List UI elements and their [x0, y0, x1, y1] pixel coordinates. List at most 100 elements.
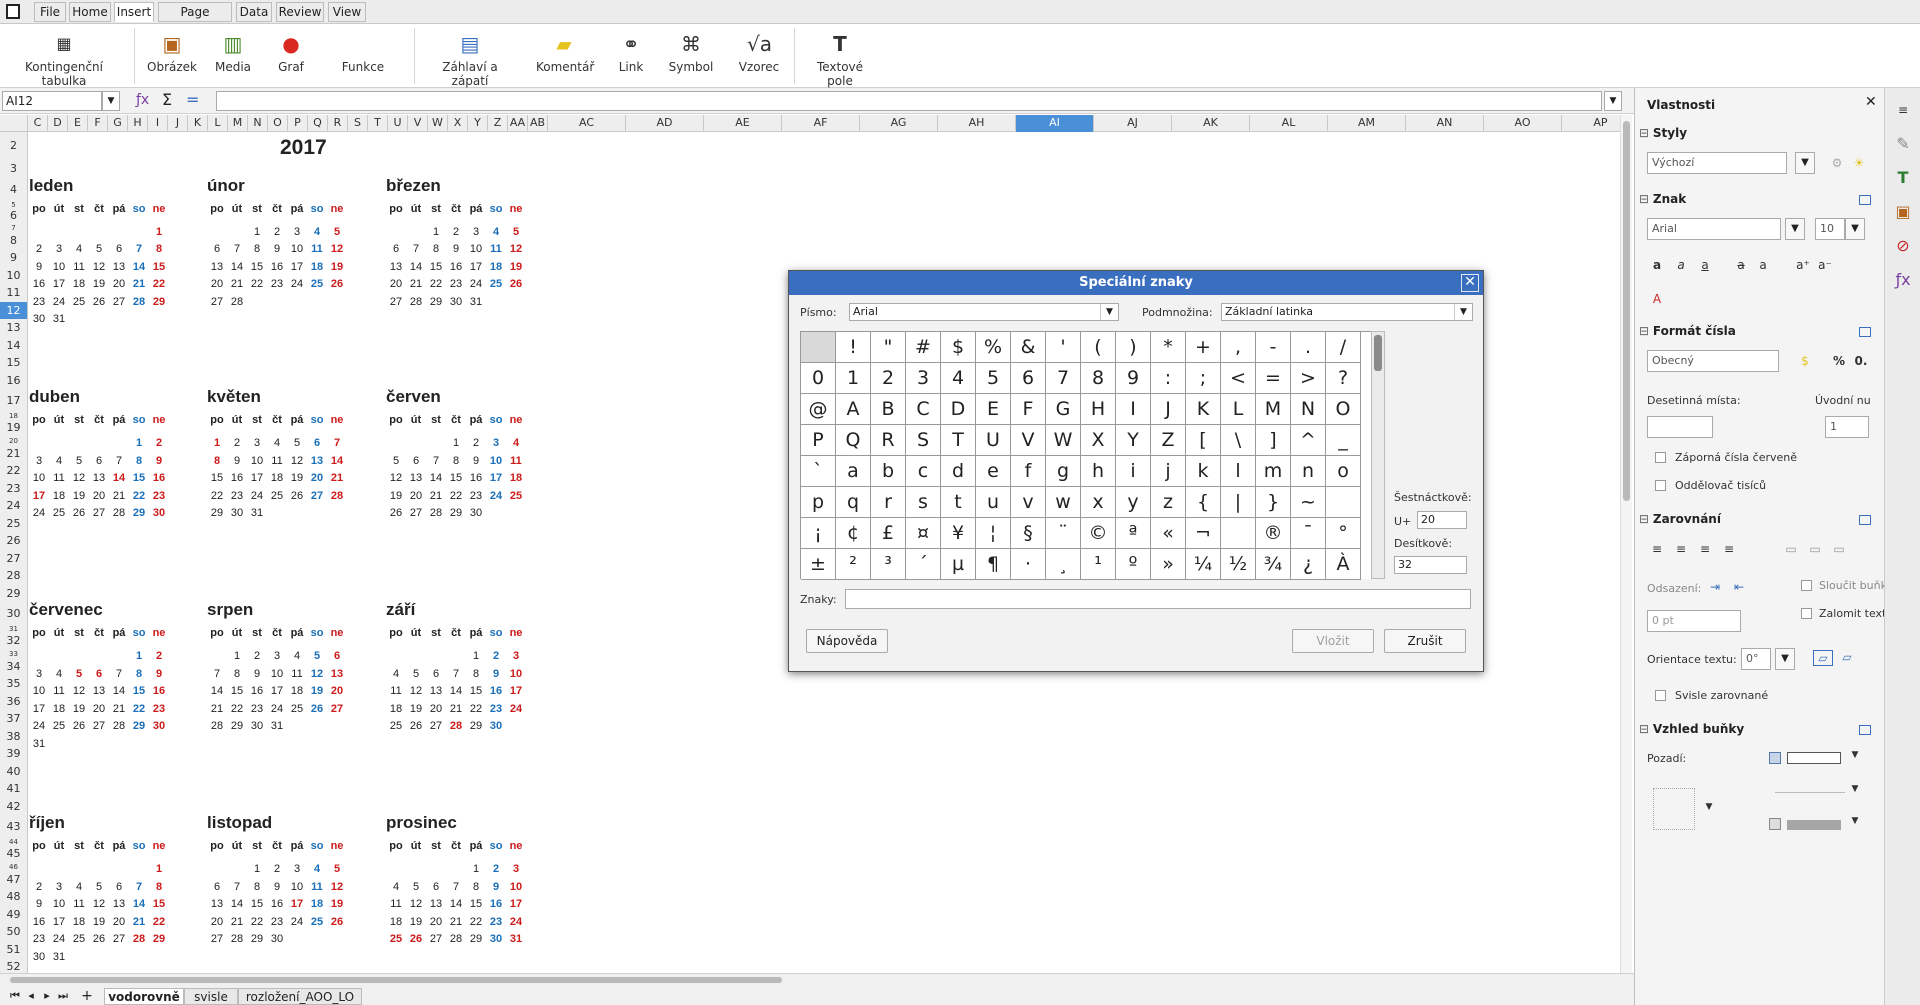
day-cell[interactable]: 19	[506, 259, 526, 277]
cell-appearance-section-header[interactable]: Vzhled buňky	[1639, 722, 1744, 736]
char-cell[interactable]: ½	[1221, 549, 1256, 580]
currency-icon[interactable]: $	[1795, 354, 1815, 368]
char-cell[interactable]: ³	[871, 549, 906, 580]
functions-deck-icon[interactable]: ƒx	[1891, 268, 1915, 292]
char-cell[interactable]: :	[1151, 363, 1186, 394]
char-cell[interactable]: x	[1081, 487, 1116, 518]
day-cell[interactable]: 17	[506, 683, 526, 701]
tab-review[interactable]: Review	[276, 2, 324, 22]
row-header-38[interactable]: 38	[0, 728, 27, 746]
day-cell[interactable]: 31	[506, 931, 526, 949]
day-cell[interactable]: 8	[446, 453, 466, 471]
char-cell[interactable]: _	[1326, 425, 1361, 456]
day-cell[interactable]: 29	[149, 294, 169, 312]
day-cell[interactable]	[89, 736, 109, 754]
day-cell[interactable]: 25	[49, 505, 69, 523]
day-cell[interactable]: 20	[426, 701, 446, 719]
column-header-k[interactable]: K	[188, 115, 208, 132]
day-cell[interactable]: 16	[486, 683, 506, 701]
day-cell[interactable]: 5	[406, 666, 426, 684]
day-cell[interactable]: 14	[129, 896, 149, 914]
day-cell[interactable]: 9	[486, 879, 506, 897]
day-cell[interactable]: 15	[466, 896, 486, 914]
formula-button[interactable]: √a Vzorec	[736, 26, 782, 82]
char-cell[interactable]: '	[1046, 332, 1081, 363]
day-cell[interactable]	[307, 505, 327, 523]
indent-input[interactable]: 0 pt	[1647, 610, 1741, 632]
char-cell[interactable]: K	[1186, 394, 1221, 425]
day-cell[interactable]: 14	[109, 683, 129, 701]
app-icon[interactable]	[6, 4, 20, 19]
day-cell[interactable]	[69, 861, 89, 879]
char-cell[interactable]: ~	[1291, 487, 1326, 518]
day-cell[interactable]: 2	[486, 861, 506, 879]
column-header-i[interactable]: I	[148, 115, 168, 132]
char-cell[interactable]: V	[1011, 425, 1046, 456]
tab-home[interactable]: Home	[69, 2, 111, 22]
char-cell[interactable]: I	[1116, 394, 1151, 425]
char-cell[interactable]: n	[1291, 456, 1326, 487]
day-cell[interactable]: 14	[446, 683, 466, 701]
day-cell[interactable]: 21	[109, 701, 129, 719]
font-color-icon[interactable]: A	[1647, 292, 1667, 306]
day-cell[interactable]	[69, 736, 89, 754]
pivot-table-button[interactable]: ▦ Kontingenční tabulka	[4, 26, 124, 88]
column-header-p[interactable]: P	[288, 115, 308, 132]
day-cell[interactable]	[307, 931, 327, 949]
day-cell[interactable]: 1	[149, 861, 169, 879]
subset-select[interactable]: Základní latinka ▼	[1221, 303, 1473, 321]
day-cell[interactable]	[506, 505, 526, 523]
char-cell[interactable]: f	[1011, 456, 1046, 487]
day-cell[interactable]: 27	[109, 931, 129, 949]
day-cell[interactable]	[29, 435, 49, 453]
day-cell[interactable]: 24	[247, 488, 267, 506]
day-cell[interactable]: 8	[149, 879, 169, 897]
character-grid-scroll-thumb[interactable]	[1374, 335, 1382, 371]
day-cell[interactable]	[486, 294, 506, 312]
day-cell[interactable]: 28	[109, 505, 129, 523]
vertically-stacked-checkbox[interactable]	[1655, 690, 1666, 701]
day-cell[interactable]: 23	[247, 701, 267, 719]
day-cell[interactable]: 25	[506, 488, 526, 506]
day-cell[interactable]: 28	[406, 294, 426, 312]
day-cell[interactable]: 15	[207, 470, 227, 488]
column-header-z[interactable]: Z	[488, 115, 508, 132]
cancel-button[interactable]: Zrušit	[1384, 629, 1466, 653]
style-dropdown[interactable]: ▼	[1795, 152, 1815, 174]
column-header-ag[interactable]: AG	[860, 115, 938, 132]
row-header-9[interactable]: 9	[0, 249, 27, 267]
day-cell[interactable]: 18	[287, 683, 307, 701]
align-bottom-icon[interactable]: ▭	[1829, 542, 1849, 556]
day-cell[interactable]	[327, 718, 347, 736]
border-line-style-icon[interactable]	[1775, 792, 1845, 793]
day-cell[interactable]: 11	[307, 241, 327, 259]
day-cell[interactable]: 19	[69, 701, 89, 719]
column-header-af[interactable]: AF	[782, 115, 860, 132]
char-cell[interactable]: ¼	[1186, 549, 1221, 580]
day-cell[interactable]: 12	[89, 896, 109, 914]
day-cell[interactable]: 29	[129, 505, 149, 523]
day-cell[interactable]: 28	[426, 505, 446, 523]
day-cell[interactable]: 2	[466, 435, 486, 453]
formula-input[interactable]	[216, 91, 1602, 111]
day-cell[interactable]: 11	[386, 683, 406, 701]
day-cell[interactable]: 9	[466, 453, 486, 471]
day-cell[interactable]: 10	[506, 666, 526, 684]
day-cell[interactable]	[109, 311, 129, 329]
day-cell[interactable]: 23	[227, 488, 247, 506]
day-cell[interactable]: 24	[29, 718, 49, 736]
char-cell[interactable]: l	[1221, 456, 1256, 487]
row-header-43[interactable]: 43	[0, 815, 27, 839]
char-cell[interactable]: §	[1011, 518, 1046, 549]
day-cell[interactable]: 28	[129, 931, 149, 949]
last-sheet-icon[interactable]: ⏭	[56, 988, 70, 1004]
day-cell[interactable]: 6	[89, 453, 109, 471]
char-cell[interactable]: k	[1186, 456, 1221, 487]
char-cell[interactable]: M	[1256, 394, 1291, 425]
char-cell[interactable]: g	[1046, 456, 1081, 487]
negative-red-checkbox[interactable]	[1655, 452, 1666, 463]
char-cell[interactable]: ­	[1221, 518, 1256, 549]
day-cell[interactable]: 24	[49, 931, 69, 949]
day-cell[interactable]: 19	[386, 488, 406, 506]
day-cell[interactable]: 23	[486, 914, 506, 932]
